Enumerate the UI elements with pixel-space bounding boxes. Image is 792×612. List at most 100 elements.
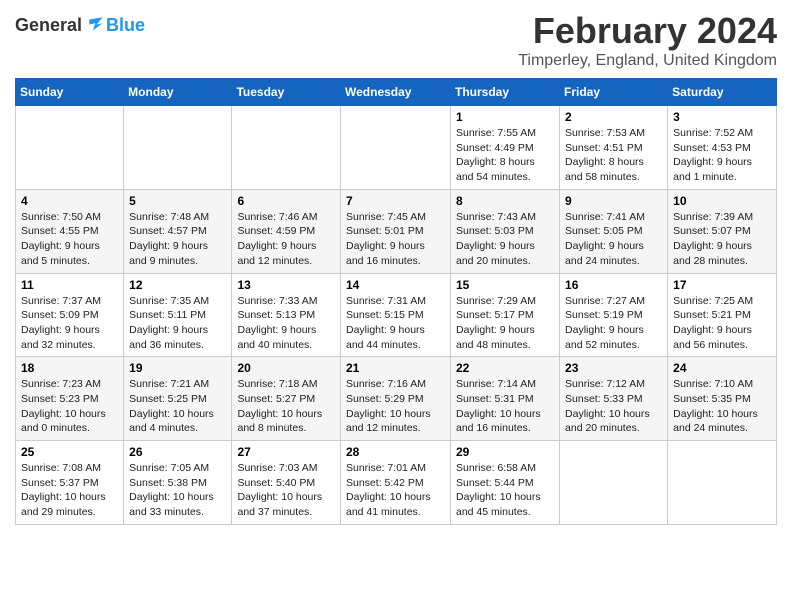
day-info: Sunrise: 7:14 AM Sunset: 5:31 PM Dayligh… [456, 377, 554, 436]
calendar-cell: 5 Sunrise: 7:48 AM Sunset: 4:57 PM Daylig… [124, 189, 232, 273]
day-number: 18 [21, 361, 118, 375]
calendar-cell: 9 Sunrise: 7:41 AM Sunset: 5:05 PM Daylig… [560, 189, 668, 273]
calendar-cell: 19 Sunrise: 7:21 AM Sunset: 5:25 PM Dayli… [124, 357, 232, 441]
day-number: 6 [237, 194, 335, 208]
calendar-table: SundayMondayTuesdayWednesdayThursdayFrid… [15, 78, 777, 525]
day-info: Sunrise: 7:45 AM Sunset: 5:01 PM Dayligh… [346, 210, 445, 269]
logo-text-general: General [15, 15, 82, 36]
day-number: 15 [456, 278, 554, 292]
calendar-cell: 13 Sunrise: 7:33 AM Sunset: 5:13 PM Dayli… [232, 273, 341, 357]
day-info: Sunrise: 7:21 AM Sunset: 5:25 PM Dayligh… [129, 377, 226, 436]
calendar-cell: 27 Sunrise: 7:03 AM Sunset: 5:40 PM Dayli… [232, 441, 341, 525]
day-number: 11 [21, 278, 118, 292]
col-header-wednesday: Wednesday [341, 79, 451, 106]
day-info: Sunrise: 7:39 AM Sunset: 5:07 PM Dayligh… [673, 210, 771, 269]
calendar-cell: 20 Sunrise: 7:18 AM Sunset: 5:27 PM Dayli… [232, 357, 341, 441]
day-info: Sunrise: 7:43 AM Sunset: 5:03 PM Dayligh… [456, 210, 554, 269]
day-info: Sunrise: 7:03 AM Sunset: 5:40 PM Dayligh… [237, 461, 335, 520]
day-number: 7 [346, 194, 445, 208]
col-header-friday: Friday [560, 79, 668, 106]
calendar-cell: 7 Sunrise: 7:45 AM Sunset: 5:01 PM Daylig… [341, 189, 451, 273]
day-number: 27 [237, 445, 335, 459]
calendar-cell: 15 Sunrise: 7:29 AM Sunset: 5:17 PM Dayli… [451, 273, 560, 357]
day-number: 26 [129, 445, 226, 459]
week-row-1: 1 Sunrise: 7:55 AM Sunset: 4:49 PM Daylig… [16, 106, 777, 190]
day-info: Sunrise: 7:23 AM Sunset: 5:23 PM Dayligh… [21, 377, 118, 436]
calendar-cell [341, 106, 451, 190]
day-number: 3 [673, 110, 771, 124]
logo-bird-icon [82, 14, 104, 36]
day-info: Sunrise: 7:25 AM Sunset: 5:21 PM Dayligh… [673, 294, 771, 353]
day-number: 5 [129, 194, 226, 208]
calendar-cell: 26 Sunrise: 7:05 AM Sunset: 5:38 PM Dayli… [124, 441, 232, 525]
day-number: 29 [456, 445, 554, 459]
day-info: Sunrise: 7:01 AM Sunset: 5:42 PM Dayligh… [346, 461, 445, 520]
day-info: Sunrise: 7:50 AM Sunset: 4:55 PM Dayligh… [21, 210, 118, 269]
col-header-saturday: Saturday [668, 79, 777, 106]
page-header: General Blue February 2024 Timperley, En… [15, 10, 777, 70]
day-info: Sunrise: 7:55 AM Sunset: 4:49 PM Dayligh… [456, 126, 554, 185]
calendar-cell [232, 106, 341, 190]
day-number: 12 [129, 278, 226, 292]
calendar-cell: 2 Sunrise: 7:53 AM Sunset: 4:51 PM Daylig… [560, 106, 668, 190]
day-number: 10 [673, 194, 771, 208]
day-info: Sunrise: 7:53 AM Sunset: 4:51 PM Dayligh… [565, 126, 662, 185]
calendar-cell: 10 Sunrise: 7:39 AM Sunset: 5:07 PM Dayli… [668, 189, 777, 273]
day-number: 8 [456, 194, 554, 208]
calendar-cell: 22 Sunrise: 7:14 AM Sunset: 5:31 PM Dayli… [451, 357, 560, 441]
week-row-5: 25Sunrise: 7:08 AM Sunset: 5:37 PM Dayli… [16, 441, 777, 525]
title-block: February 2024 Timperley, England, United… [518, 10, 777, 70]
day-number: 13 [237, 278, 335, 292]
week-row-2: 4 Sunrise: 7:50 AM Sunset: 4:55 PM Daylig… [16, 189, 777, 273]
calendar-cell: 6 Sunrise: 7:46 AM Sunset: 4:59 PM Daylig… [232, 189, 341, 273]
day-info: Sunrise: 7:46 AM Sunset: 4:59 PM Dayligh… [237, 210, 335, 269]
day-info: Sunrise: 7:33 AM Sunset: 5:13 PM Dayligh… [237, 294, 335, 353]
col-header-sunday: Sunday [16, 79, 124, 106]
day-number: 2 [565, 110, 662, 124]
day-number: 16 [565, 278, 662, 292]
day-info: Sunrise: 7:41 AM Sunset: 5:05 PM Dayligh… [565, 210, 662, 269]
calendar-cell: 18 Sunrise: 7:23 AM Sunset: 5:23 PM Dayli… [16, 357, 124, 441]
day-number: 14 [346, 278, 445, 292]
calendar-cell: 16 Sunrise: 7:27 AM Sunset: 5:19 PM Dayli… [560, 273, 668, 357]
day-info: Sunrise: 7:27 AM Sunset: 5:19 PM Dayligh… [565, 294, 662, 353]
col-header-tuesday: Tuesday [232, 79, 341, 106]
calendar-cell: 28 Sunrise: 7:01 AM Sunset: 5:42 PM Dayli… [341, 441, 451, 525]
day-info: Sunrise: 7:18 AM Sunset: 5:27 PM Dayligh… [237, 377, 335, 436]
day-number: 21 [346, 361, 445, 375]
calendar-cell: 24Sunrise: 7:10 AM Sunset: 5:35 PM Dayli… [668, 357, 777, 441]
day-info: Sunrise: 7:35 AM Sunset: 5:11 PM Dayligh… [129, 294, 226, 353]
logo-text-blue: Blue [106, 15, 145, 35]
day-info: Sunrise: 7:29 AM Sunset: 5:17 PM Dayligh… [456, 294, 554, 353]
day-number: 23 [565, 361, 662, 375]
day-number: 22 [456, 361, 554, 375]
calendar-cell: 14Sunrise: 7:31 AM Sunset: 5:15 PM Dayli… [341, 273, 451, 357]
day-number: 9 [565, 194, 662, 208]
day-number: 17 [673, 278, 771, 292]
day-number: 1 [456, 110, 554, 124]
col-header-thursday: Thursday [451, 79, 560, 106]
logo: General Blue [15, 14, 145, 36]
calendar-cell: 8 Sunrise: 7:43 AM Sunset: 5:03 PM Daylig… [451, 189, 560, 273]
day-info: Sunrise: 6:58 AM Sunset: 5:44 PM Dayligh… [456, 461, 554, 520]
day-info: Sunrise: 7:37 AM Sunset: 5:09 PM Dayligh… [21, 294, 118, 353]
calendar-cell: 3Sunrise: 7:52 AM Sunset: 4:53 PM Daylig… [668, 106, 777, 190]
day-number: 4 [21, 194, 118, 208]
calendar-cell: 23Sunrise: 7:12 AM Sunset: 5:33 PM Dayli… [560, 357, 668, 441]
calendar-cell: 1 Sunrise: 7:55 AM Sunset: 4:49 PM Daylig… [451, 106, 560, 190]
day-info: Sunrise: 7:05 AM Sunset: 5:38 PM Dayligh… [129, 461, 226, 520]
day-number: 28 [346, 445, 445, 459]
calendar-cell: 29 Sunrise: 6:58 AM Sunset: 5:44 PM Dayli… [451, 441, 560, 525]
main-title: February 2024 [518, 10, 777, 52]
day-number: 20 [237, 361, 335, 375]
day-info: Sunrise: 7:16 AM Sunset: 5:29 PM Dayligh… [346, 377, 445, 436]
calendar-cell: 21 Sunrise: 7:16 AM Sunset: 5:29 PM Dayli… [341, 357, 451, 441]
calendar-cell [16, 106, 124, 190]
day-info: Sunrise: 7:48 AM Sunset: 4:57 PM Dayligh… [129, 210, 226, 269]
day-info: Sunrise: 7:08 AM Sunset: 5:37 PM Dayligh… [21, 461, 118, 520]
day-number: 19 [129, 361, 226, 375]
calendar-cell: 4 Sunrise: 7:50 AM Sunset: 4:55 PM Daylig… [16, 189, 124, 273]
calendar-header-row: SundayMondayTuesdayWednesdayThursdayFrid… [16, 79, 777, 106]
week-row-3: 11 Sunrise: 7:37 AM Sunset: 5:09 PM Dayli… [16, 273, 777, 357]
day-number: 24 [673, 361, 771, 375]
